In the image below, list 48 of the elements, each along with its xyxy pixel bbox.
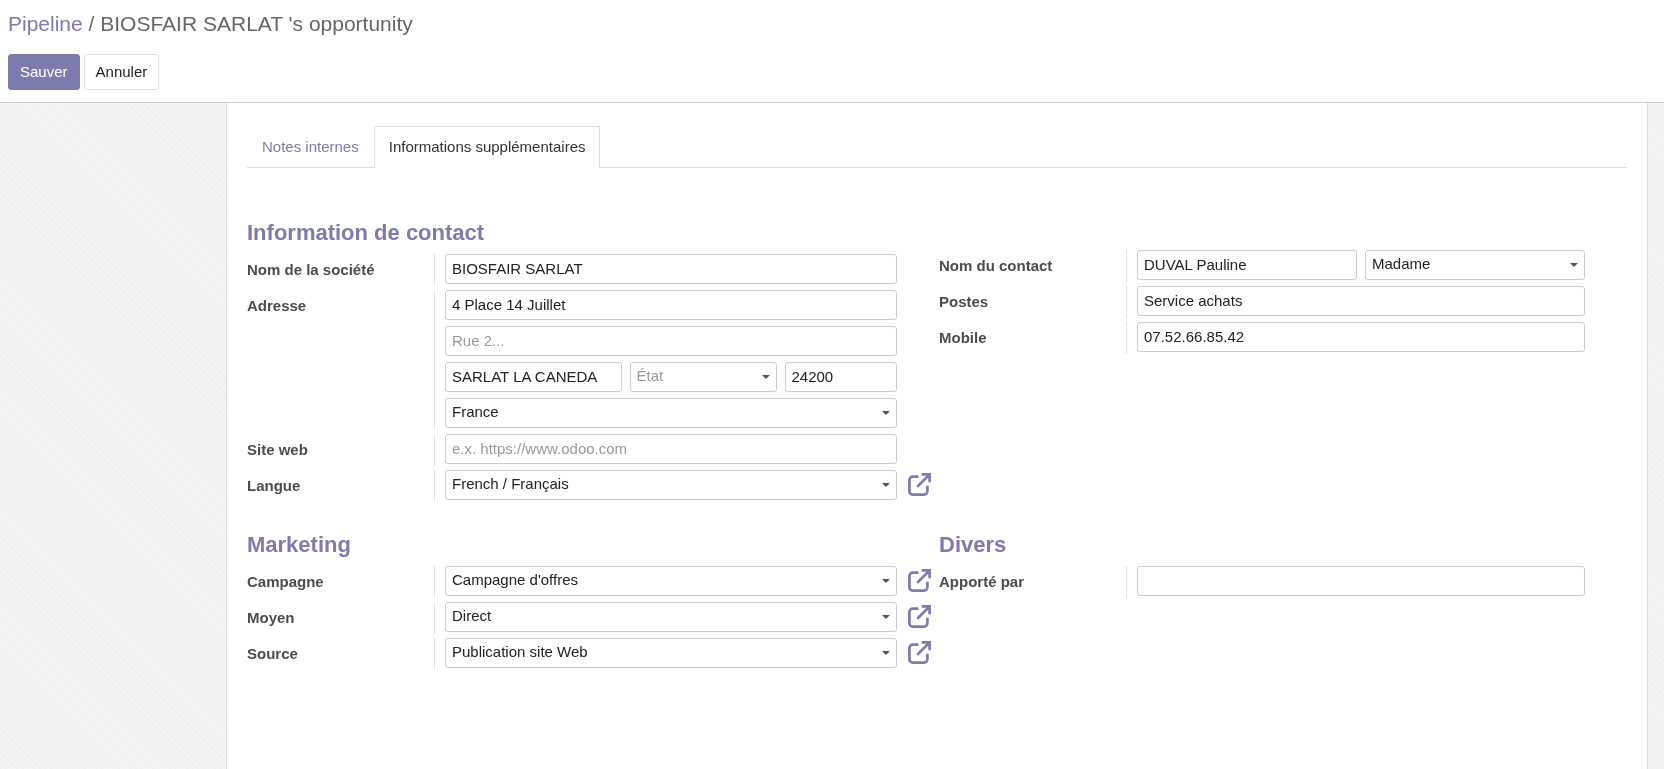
external-link-icon[interactable] [906,603,933,630]
input-field[interactable]: SARLAT LA CANEDA [445,361,622,392]
field-label: Adresse [247,295,308,316]
input-field[interactable]: 4 Place 14 Juillet [445,289,897,320]
section-heading: Divers [939,531,1008,559]
dropdown-field[interactable]: Publication site Web [445,637,897,668]
field-label: Nom du contact [939,255,1054,276]
field-label: Source [247,643,299,664]
page-title: BIOSFAIR SARLAT 's opportunity [100,12,413,35]
dropdown-field[interactable]: France [445,397,897,428]
field-label: Mobile [939,327,988,348]
cancel-button[interactable]: Annuler [83,54,160,90]
caret-icon [882,650,890,655]
input-field[interactable]: DUVAL Pauline [1137,249,1357,280]
input-field[interactable]: BIOSFAIR SARLAT [445,253,897,284]
breadcrumb-link[interactable]: Pipeline [8,12,83,35]
external-link-icon[interactable] [906,639,933,666]
field-label: Nom de la société [247,259,376,280]
caret-icon [761,374,770,379]
input-field[interactable]: e.x. https://www.odoo.com [445,433,897,464]
field-label: Langue [247,475,302,496]
input-field[interactable]: Service achats [1137,285,1585,316]
caret-icon [882,482,890,487]
input-field[interactable]: 24200 [784,361,897,392]
caret-icon [882,410,890,415]
external-link-icon[interactable] [906,471,933,498]
section-heading: Marketing [247,531,352,559]
caret-icon [1570,262,1578,267]
caret-icon [882,578,890,583]
field-label: Postes [939,291,990,312]
input-field[interactable]: 07.52.66.85.42 [1137,321,1585,352]
save-button[interactable]: Sauver [8,54,80,90]
tab[interactable]: Notes internes [247,126,374,168]
dropdown-field[interactable]: French / Français [445,469,897,500]
field-label: Campagne [247,571,325,592]
section-heading: Information de contact [247,219,486,247]
dropdown-field[interactable]: Campagne d'offres [445,565,897,596]
dropdown-field[interactable]: Madame [1365,249,1585,280]
dropdown-field[interactable]: Direct [445,601,897,632]
field-label: Apporté par [939,571,1025,592]
breadcrumb-separator: / [88,12,95,35]
field-label: Moyen [247,607,296,628]
external-link-icon[interactable] [906,567,933,594]
input-field[interactable]: Rue 2... [445,325,897,356]
field-label: Site web [247,439,309,460]
input-field[interactable] [1137,565,1585,596]
tab[interactable]: Informations supplémentaires [373,126,601,168]
caret-icon [882,614,890,619]
